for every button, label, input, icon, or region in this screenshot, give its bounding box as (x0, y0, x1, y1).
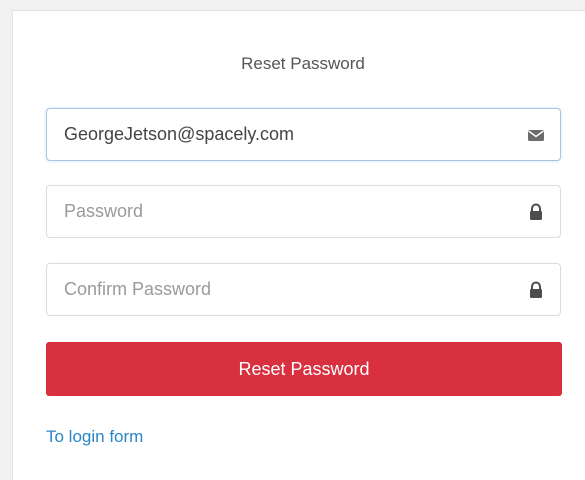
login-form-link[interactable]: To login form (46, 427, 143, 447)
lock-icon (530, 203, 542, 220)
reset-password-card: Reset Password Reset Password To login f… (12, 10, 585, 480)
email-field[interactable] (46, 108, 561, 161)
lock-icon (530, 281, 542, 298)
confirm-password-field[interactable] (46, 263, 561, 316)
reset-password-button[interactable]: Reset Password (46, 342, 562, 396)
confirm-password-input[interactable] (47, 264, 487, 315)
email-input[interactable] (47, 109, 487, 160)
envelope-icon (528, 130, 544, 141)
password-field[interactable] (46, 185, 561, 238)
form-title: Reset Password (241, 54, 365, 73)
password-input[interactable] (47, 186, 487, 237)
